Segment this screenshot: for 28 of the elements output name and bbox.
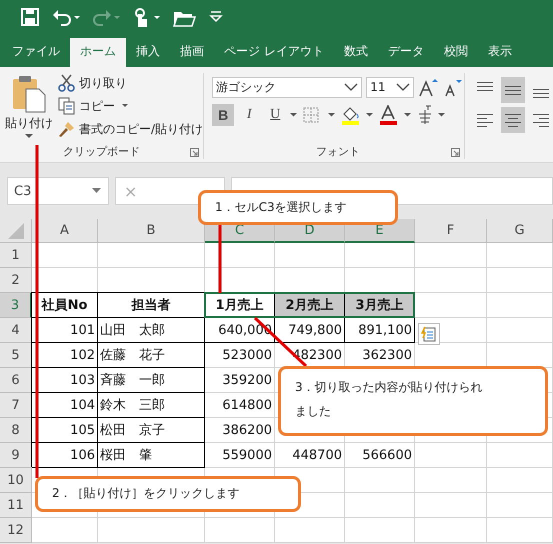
table-cell: 359200 xyxy=(205,368,275,393)
table-cell: 松田 京子 xyxy=(98,418,205,443)
table-cell: 桜田 肇 xyxy=(98,443,205,468)
table-cell: 佐藤 花子 xyxy=(98,343,205,368)
table-cell: 566600 xyxy=(345,443,415,468)
table-cell: 担当者 xyxy=(98,293,205,318)
callout-tooltip: 3．切り取った内容が貼り付けられました xyxy=(278,366,548,436)
group-label: フォント xyxy=(316,144,360,158)
table-cell: 103 xyxy=(32,368,98,393)
table-cell: 104 xyxy=(32,393,98,418)
table-cell: 614800 xyxy=(205,393,275,418)
callout-tooltip: 1．セルC3を選択します xyxy=(198,190,398,225)
table-cell: 斉藤 一郎 xyxy=(98,368,205,393)
callout-tooltip: 2．［貼り付け］をクリックします xyxy=(35,476,301,512)
table-cell: 891,100 xyxy=(345,318,415,343)
table-cell: 749,800 xyxy=(275,318,345,343)
table-cell: 山田 太郎 xyxy=(98,318,205,343)
table-cell: 鈴木 三郎 xyxy=(98,393,205,418)
table-cell: 106 xyxy=(32,443,98,468)
table-cell: 105 xyxy=(32,418,98,443)
table-cell: 102 xyxy=(32,343,98,368)
table-cell: 386200 xyxy=(205,418,275,443)
table-cell: 523000 xyxy=(205,343,275,368)
table-cell: 社員No xyxy=(32,293,98,318)
table-cell: 101 xyxy=(32,318,98,343)
group-label: クリップボード xyxy=(63,144,140,158)
table-cell: 448700 xyxy=(275,443,345,468)
table-cell: 559000 xyxy=(205,443,275,468)
